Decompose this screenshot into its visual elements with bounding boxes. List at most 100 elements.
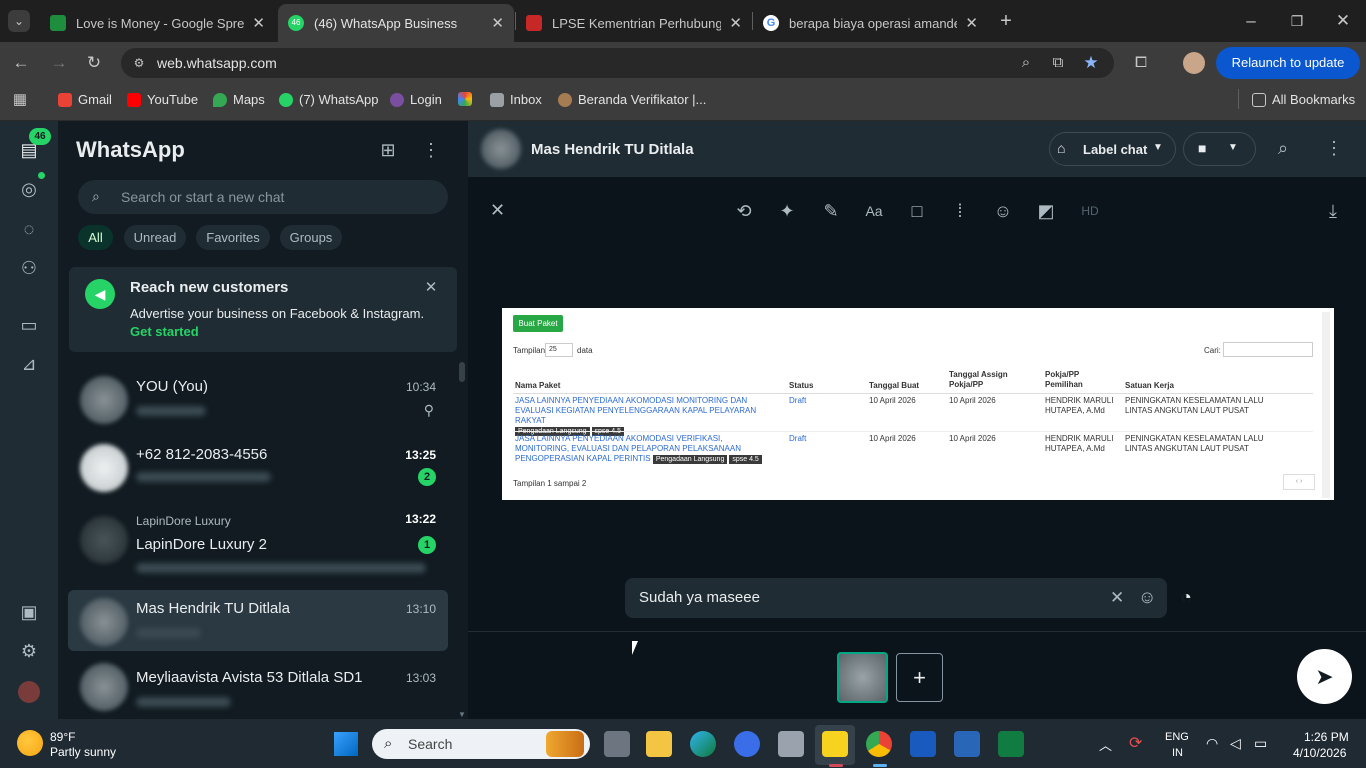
apps-grid-icon[interactable]: ▦ bbox=[10, 90, 30, 110]
weather-icon[interactable] bbox=[17, 730, 43, 756]
weather-temp[interactable]: 89°F bbox=[50, 730, 75, 744]
shape-icon[interactable]: □ bbox=[906, 200, 928, 222]
magic-wand-icon[interactable]: ✦ bbox=[776, 200, 798, 222]
close-tab-icon[interactable]: ✕ bbox=[252, 14, 265, 32]
channels-icon[interactable]: ◌ bbox=[18, 218, 40, 240]
extensions-icon[interactable]: ⧠ bbox=[1130, 52, 1152, 74]
filter-unread[interactable]: Unread bbox=[124, 225, 186, 250]
profile-avatar[interactable] bbox=[1183, 52, 1205, 74]
calculator-icon[interactable] bbox=[954, 731, 980, 757]
chat-row-meyliaavista[interactable]: Meyliaavista Avista 53 Ditlala SD1 13:03 bbox=[68, 661, 448, 717]
relaunch-button[interactable]: Relaunch to update bbox=[1216, 47, 1360, 79]
file-explorer-icon[interactable] bbox=[646, 731, 672, 757]
settings-icon[interactable]: ⚙ bbox=[18, 640, 40, 662]
bookmark-beranda[interactable]: Beranda Verifikator |... bbox=[558, 92, 706, 107]
contact-name[interactable]: Mas Hendrik TU Ditlala bbox=[531, 141, 694, 158]
close-window-icon[interactable]: ✕ bbox=[1332, 10, 1354, 32]
tab-spreadsheet[interactable]: Love is Money - Google Spread ✕ bbox=[40, 4, 275, 42]
filter-all[interactable]: All bbox=[78, 225, 113, 250]
call-button[interactable] bbox=[1183, 132, 1256, 166]
chrome-icon[interactable] bbox=[866, 731, 892, 757]
attachment-thumbnail[interactable] bbox=[837, 652, 888, 703]
chat-row-lapindore[interactable]: LapinDore Luxury LapinDore Luxury 2 13:2… bbox=[68, 506, 448, 578]
forward-icon[interactable]: → bbox=[48, 52, 70, 74]
copilot-icon[interactable] bbox=[734, 731, 760, 757]
emoji-icon[interactable]: ☺ bbox=[992, 200, 1014, 222]
chat-row-you[interactable]: YOU (You) 10:34 ⚲ bbox=[68, 370, 448, 434]
media-icon[interactable]: ▣ bbox=[18, 601, 40, 623]
catalog-icon[interactable]: ▭ bbox=[18, 314, 40, 336]
sticker-icon[interactable]: ◩ bbox=[1035, 200, 1057, 222]
excel-icon[interactable] bbox=[998, 731, 1024, 757]
menu-icon[interactable]: ⋮ bbox=[419, 138, 443, 162]
show-hidden-icons[interactable]: ︿ bbox=[1099, 735, 1112, 754]
volume-icon[interactable]: ◁ bbox=[1230, 735, 1241, 752]
text-icon[interactable]: Aa bbox=[863, 200, 885, 222]
sticky-notes-icon[interactable] bbox=[822, 731, 848, 757]
clear-caption-icon[interactable]: ✕ bbox=[1110, 588, 1124, 608]
new-chat-icon[interactable]: ⊞ bbox=[376, 138, 400, 162]
chat-row-phone[interactable]: +62 812-2083-4556 13:25 2 bbox=[68, 438, 448, 502]
add-attachment-button[interactable]: + bbox=[896, 653, 943, 702]
camera-icon[interactable] bbox=[778, 731, 804, 757]
all-bookmarks[interactable]: All Bookmarks bbox=[1252, 92, 1355, 107]
scroll-down-arrow[interactable]: ▼ bbox=[458, 710, 466, 719]
tab-lpse[interactable]: LPSE Kementrian Perhubungan ✕ bbox=[516, 4, 752, 42]
promo-close-icon[interactable]: ✕ bbox=[422, 278, 440, 296]
bookmark-maps[interactable]: Maps bbox=[213, 92, 265, 107]
minimize-icon[interactable]: – bbox=[1240, 10, 1262, 32]
lang-secondary[interactable]: IN bbox=[1172, 747, 1183, 759]
search-icon[interactable]: ⌕ bbox=[1278, 138, 1288, 159]
chat-row-mas-hendrik[interactable]: Mas Hendrik TU Ditlala 13:10 bbox=[68, 592, 448, 656]
hd-icon[interactable]: HD bbox=[1079, 200, 1101, 222]
promo-get-started-link[interactable]: Get started bbox=[130, 324, 199, 339]
word-icon[interactable] bbox=[910, 731, 936, 757]
bookmark-gmail[interactable]: Gmail bbox=[58, 92, 112, 107]
bookmark-whatsapp[interactable]: (7) WhatsApp bbox=[279, 92, 378, 107]
status-icon[interactable]: ◎ bbox=[18, 178, 40, 200]
close-editor-icon[interactable]: ✕ bbox=[490, 200, 505, 221]
advertise-icon[interactable]: ⊿ bbox=[18, 353, 40, 375]
bookmark-login[interactable]: Login bbox=[390, 92, 442, 107]
filter-favorites[interactable]: Favorites bbox=[196, 225, 270, 250]
clock-time[interactable]: 1:26 PM bbox=[1304, 730, 1349, 744]
battery-icon[interactable]: ▭ bbox=[1254, 735, 1267, 752]
lang-primary[interactable]: ENG bbox=[1165, 731, 1189, 743]
edge-icon[interactable] bbox=[690, 731, 716, 757]
back-icon[interactable]: ← bbox=[10, 52, 32, 74]
bookmark-youtube[interactable]: YouTube bbox=[127, 92, 198, 107]
tab-google-search[interactable]: G berapa biaya operasi amandel - ✕ bbox=[753, 4, 988, 42]
filter-groups[interactable]: Groups bbox=[280, 225, 342, 250]
tab-search-icon[interactable]: ⌄ bbox=[8, 10, 30, 32]
url-text[interactable]: web.whatsapp.com bbox=[157, 55, 277, 71]
wifi-icon[interactable]: ◠ bbox=[1206, 735, 1218, 752]
close-tab-icon[interactable]: ✕ bbox=[965, 14, 978, 32]
reload-icon[interactable]: ↻ bbox=[83, 52, 105, 74]
restore-icon[interactable]: ❐ bbox=[1286, 10, 1308, 32]
weather-desc[interactable]: Partly sunny bbox=[50, 745, 116, 759]
emoji-icon[interactable]: ☺ bbox=[1138, 587, 1156, 608]
blur-grid-icon[interactable]: ⁞ bbox=[949, 200, 971, 222]
zoom-icon[interactable]: ⌕ bbox=[1015, 52, 1037, 74]
task-view-icon[interactable] bbox=[604, 731, 630, 757]
crop-rotate-icon[interactable]: ⟲ bbox=[733, 200, 755, 222]
download-icon[interactable]: ⤓ bbox=[1322, 200, 1344, 222]
chat-list-scrollbar[interactable] bbox=[459, 362, 465, 382]
install-app-icon[interactable]: ⧉ bbox=[1047, 52, 1069, 74]
sync-icon[interactable]: ⟳ bbox=[1129, 733, 1142, 753]
windows-start-icon[interactable] bbox=[334, 732, 358, 756]
contact-avatar[interactable] bbox=[481, 129, 521, 169]
new-tab-icon[interactable]: + bbox=[995, 10, 1017, 32]
clock-date[interactable]: 4/10/2026 bbox=[1293, 746, 1346, 760]
tab-whatsapp[interactable]: 46 (46) WhatsApp Business ✕ bbox=[278, 4, 514, 42]
menu-icon[interactable]: ⋮ bbox=[1325, 138, 1343, 159]
pencil-icon[interactable]: ✎ bbox=[820, 200, 842, 222]
profile-avatar[interactable] bbox=[18, 681, 40, 703]
bookmark-photos[interactable] bbox=[458, 92, 478, 106]
communities-icon[interactable]: ⚇ bbox=[18, 257, 40, 279]
send-button[interactable]: ➤ bbox=[1297, 649, 1352, 704]
view-once-icon[interactable]: ◔ bbox=[1181, 587, 1192, 608]
bookmark-star-icon[interactable]: ★ bbox=[1080, 52, 1102, 74]
bookmark-inbox[interactable]: Inbox bbox=[490, 92, 542, 107]
close-tab-icon[interactable]: ✕ bbox=[491, 14, 504, 32]
